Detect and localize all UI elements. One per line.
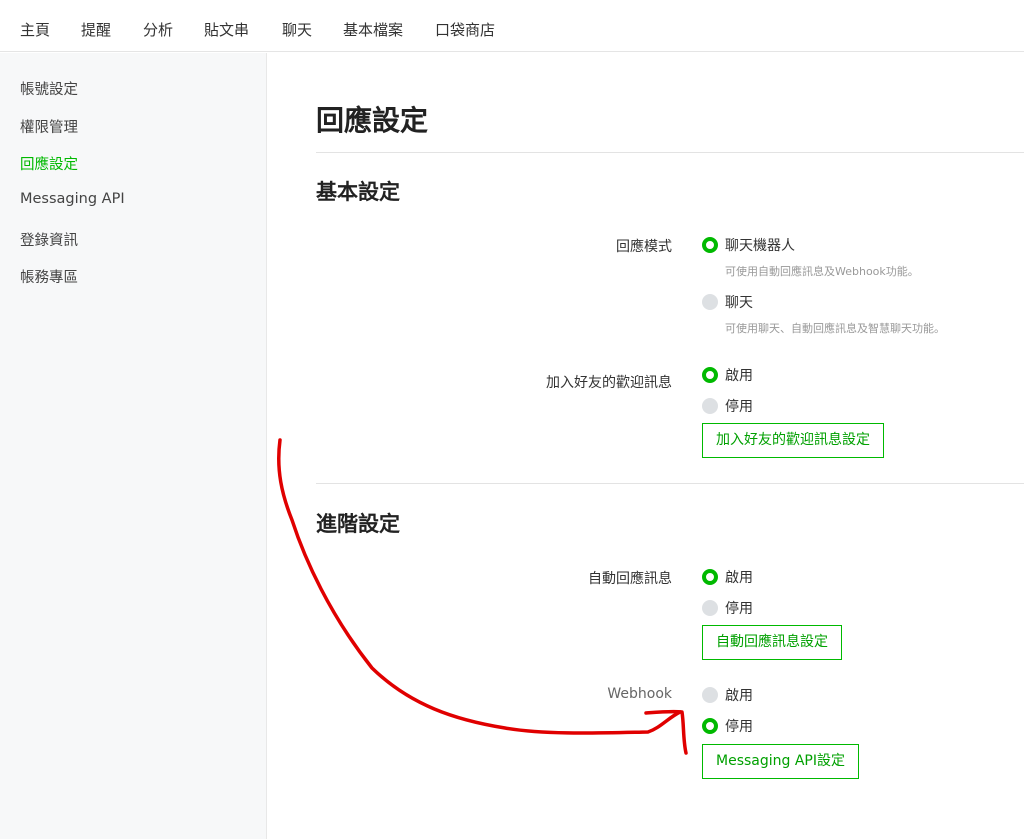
welcome-enable-label: 啟用	[725, 368, 753, 384]
response-mode-bot-label: 聊天機器人	[725, 238, 795, 254]
radio-unselected-indicator	[702, 294, 718, 310]
auto-reply-enable-label: 啟用	[725, 570, 753, 586]
response-mode-chat-hint: 可使用聊天、自動回應訊息及智慧聊天功能。	[725, 322, 945, 335]
response-mode-chat-radio[interactable]: 聊天	[702, 292, 753, 312]
auto-reply-label: 自動回應訊息	[588, 571, 672, 587]
welcome-message-settings-button[interactable]: 加入好友的歡迎訊息設定	[702, 423, 884, 458]
nav-reminders[interactable]: 提醒	[81, 19, 111, 40]
sidebar-item-registration-info[interactable]: 登錄資訊	[20, 229, 78, 250]
auto-reply-enable-radio[interactable]: 啟用	[702, 567, 753, 587]
response-mode-bot-radio[interactable]: 聊天機器人	[702, 235, 795, 255]
sidebar-item-billing[interactable]: 帳務專區	[20, 266, 78, 287]
sidebar-item-account-settings[interactable]: 帳號設定	[20, 78, 78, 99]
webhook-enable-label: 啟用	[725, 688, 753, 704]
welcome-message-label: 加入好友的歡迎訊息	[546, 375, 672, 391]
webhook-disable-label: 停用	[725, 719, 753, 735]
sidebar: 帳號設定 權限管理 回應設定 Messaging API 登錄資訊 帳務專區	[0, 53, 267, 839]
auto-reply-disable-label: 停用	[725, 601, 753, 617]
advanced-settings-title: 進階設定	[316, 512, 400, 536]
main-content: 回應設定 基本設定 回應模式 聊天機器人 可使用自動回應訊息及Webhook功能…	[268, 53, 1024, 839]
auto-reply-disable-radio[interactable]: 停用	[702, 598, 753, 618]
welcome-disable-radio[interactable]: 停用	[702, 396, 753, 416]
title-divider	[316, 152, 1024, 153]
sidebar-item-response-settings[interactable]: 回應設定	[20, 153, 78, 174]
nav-pocket-shop[interactable]: 口袋商店	[435, 19, 495, 40]
section-divider	[316, 483, 1024, 484]
sidebar-item-messaging-api[interactable]: Messaging API	[20, 191, 125, 207]
webhook-disable-radio[interactable]: 停用	[702, 716, 753, 736]
messaging-api-settings-button[interactable]: Messaging API設定	[702, 744, 859, 779]
nav-home[interactable]: 主頁	[20, 19, 50, 40]
radio-unselected-indicator	[702, 600, 718, 616]
nav-chat[interactable]: 聊天	[282, 19, 312, 40]
page-title: 回應設定	[316, 104, 429, 137]
nav-timeline[interactable]: 貼文串	[204, 19, 249, 40]
radio-selected-indicator	[702, 569, 718, 585]
radio-unselected-indicator	[702, 687, 718, 703]
response-mode-bot-hint: 可使用自動回應訊息及Webhook功能。	[725, 265, 919, 278]
top-navigation: 主頁 提醒 分析 貼文串 聊天 基本檔案 口袋商店	[0, 0, 1024, 52]
response-mode-label: 回應模式	[616, 239, 672, 255]
webhook-label: Webhook	[607, 686, 672, 702]
webhook-enable-radio[interactable]: 啟用	[702, 685, 753, 705]
response-mode-chat-label: 聊天	[725, 295, 753, 311]
radio-selected-indicator	[702, 367, 718, 383]
nav-profile[interactable]: 基本檔案	[343, 19, 403, 40]
basic-settings-title: 基本設定	[316, 180, 400, 204]
radio-selected-indicator	[702, 237, 718, 253]
radio-selected-indicator	[702, 718, 718, 734]
radio-unselected-indicator	[702, 398, 718, 414]
nav-analytics[interactable]: 分析	[143, 19, 173, 40]
sidebar-item-permissions[interactable]: 權限管理	[20, 116, 78, 137]
welcome-enable-radio[interactable]: 啟用	[702, 365, 753, 385]
auto-reply-settings-button[interactable]: 自動回應訊息設定	[702, 625, 842, 660]
welcome-disable-label: 停用	[725, 399, 753, 415]
